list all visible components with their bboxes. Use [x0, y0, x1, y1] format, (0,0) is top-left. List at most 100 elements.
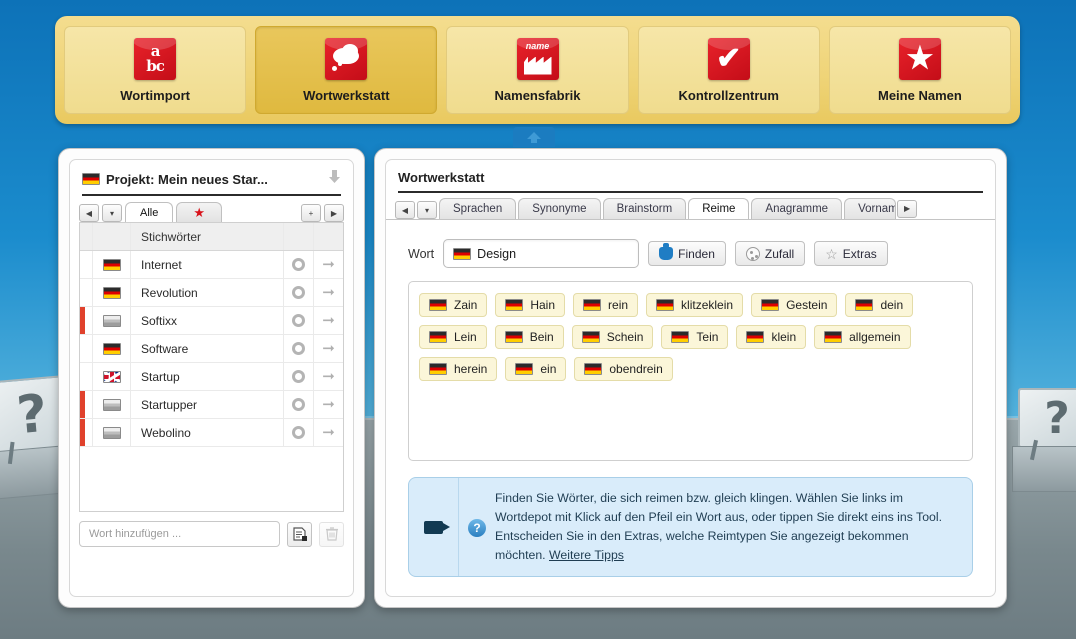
tool-tab-brainstorm[interactable]: Brainstorm: [602, 198, 687, 219]
row-settings-button[interactable]: [283, 335, 313, 362]
tool-tab-reime[interactable]: Reime: [688, 198, 750, 219]
rhyme-chip[interactable]: Lein: [419, 325, 487, 349]
rhyme-chip[interactable]: Bein: [494, 325, 564, 349]
table-row[interactable]: Softixx ➞: [80, 307, 343, 335]
add-word-row: Wort hinzufügen ...: [70, 512, 353, 547]
row-transfer-button[interactable]: ➞: [313, 335, 343, 362]
tool-tab-anagramme[interactable]: Anagramme: [751, 198, 843, 219]
row-transfer-button[interactable]: ➞: [313, 251, 343, 278]
row-settings-button[interactable]: [283, 419, 313, 446]
arrow-right-icon: ➞: [322, 424, 335, 441]
row-transfer-button[interactable]: ➞: [313, 391, 343, 418]
row-flag-cell: [93, 391, 131, 418]
row-transfer-button[interactable]: ➞: [313, 363, 343, 390]
row-flag-cell: [93, 419, 131, 446]
rhyme-chip[interactable]: herein: [419, 357, 498, 381]
trash-icon[interactable]: [319, 521, 344, 547]
flag-icon: [584, 363, 603, 375]
depot-tab-alle[interactable]: Alle: [125, 202, 174, 222]
row-word: Internet: [141, 257, 182, 272]
row-settings-button[interactable]: [283, 391, 313, 418]
tool-tab-vornam[interactable]: Vornam: [844, 198, 897, 219]
nav-tab-kontrollzentrum[interactable]: ✔ Kontrollzentrum: [637, 26, 820, 114]
add-document-icon[interactable]: [287, 521, 312, 547]
download-arrow-icon[interactable]: [328, 170, 341, 188]
nav-tab-namensfabrik[interactable]: name Namensfabrik: [446, 26, 629, 114]
rhyme-chip[interactable]: Schein: [571, 325, 654, 349]
tab-prev-button[interactable]: ◀: [79, 204, 99, 222]
zufall-button[interactable]: Zufall: [734, 241, 806, 266]
depot-tab-favorites[interactable]: ★: [176, 202, 222, 222]
word-table: Stichwörter Internet ➞ Revolution ➞ Softixx ➞…: [79, 222, 344, 512]
tab-dropdown-button[interactable]: ▾: [102, 204, 122, 222]
tab-next-button[interactable]: ▶: [324, 204, 344, 222]
rhyme-chip-label: herein: [454, 362, 488, 376]
rhyme-chip-label: Hain: [530, 298, 556, 312]
header-flag-column: [93, 223, 131, 250]
star-outline-icon: ☆: [825, 245, 838, 262]
arrow-right-icon: ➞: [322, 284, 335, 301]
tab-add-button[interactable]: +: [301, 204, 321, 222]
tool-tab-next-button[interactable]: ▶: [897, 199, 918, 218]
rhyme-chip[interactable]: Hain: [495, 293, 566, 317]
row-word: Webolino: [141, 425, 191, 440]
rhyme-chip[interactable]: ein: [505, 357, 567, 381]
tool-tab-synonyme[interactable]: Synonyme: [518, 198, 601, 219]
extras-button[interactable]: ☆ Extras: [814, 241, 888, 266]
flag-icon: [102, 342, 121, 355]
rhyme-chip[interactable]: allgemein: [814, 325, 911, 349]
row-transfer-button[interactable]: ➞: [313, 279, 343, 306]
column-header-stichwoerter: Stichwörter: [141, 229, 202, 244]
rhyme-chip-label: klitzeklein: [681, 298, 734, 312]
nav-tab-label: Wortimport: [120, 87, 190, 103]
finden-button[interactable]: Finden: [648, 241, 726, 266]
tool-tab-sprachen[interactable]: Sprachen: [439, 198, 517, 219]
arrow-right-icon: ➞: [322, 368, 335, 385]
rhyme-chip[interactable]: Tein: [661, 325, 729, 349]
row-settings-button[interactable]: [283, 279, 313, 306]
arrow-right-icon: ➞: [322, 340, 335, 357]
flag-icon: [581, 331, 600, 343]
rhyme-chip[interactable]: rein: [573, 293, 639, 317]
rhyme-chip[interactable]: klitzeklein: [646, 293, 744, 317]
gear-icon: [292, 314, 305, 327]
video-camera-icon[interactable]: [409, 478, 459, 577]
rhyme-chip[interactable]: Gestein: [751, 293, 838, 317]
word-search-row: Wort Design Finden Zufall ☆ Extras: [386, 220, 995, 268]
table-row[interactable]: Startupper ➞: [80, 391, 343, 419]
tool-tab-prev-button[interactable]: ◀: [395, 201, 415, 219]
star-icon: ★: [193, 205, 205, 220]
row-settings-button[interactable]: [283, 251, 313, 278]
table-row[interactable]: Software ➞: [80, 335, 343, 363]
question-mark-icon[interactable]: ?: [459, 478, 495, 576]
row-word: Startupper: [141, 397, 198, 412]
nav-tab-wortwerkstatt[interactable]: Wortwerkstatt: [255, 26, 438, 114]
rhyme-chip[interactable]: dein: [845, 293, 914, 317]
rhyme-chip[interactable]: obendrein: [574, 357, 673, 381]
nav-tab-label: Wortwerkstatt: [303, 87, 390, 103]
row-word: Software: [141, 341, 189, 356]
header-transfer-column: [313, 223, 343, 250]
add-word-input[interactable]: Wort hinzufügen ...: [79, 521, 280, 547]
word-search-value: Design: [477, 246, 517, 261]
table-row[interactable]: Startup ➞: [80, 363, 343, 391]
gear-icon: [292, 398, 305, 411]
table-row[interactable]: Webolino ➞: [80, 419, 343, 447]
tool-tab-dropdown-button[interactable]: ▾: [417, 201, 437, 219]
nav-tab-meine-namen[interactable]: ★ Meine Namen: [828, 26, 1012, 114]
word-search-input[interactable]: Design: [443, 239, 640, 268]
weitere-tipps-link[interactable]: Weitere Tipps: [549, 548, 624, 562]
row-transfer-button[interactable]: ➞: [313, 419, 343, 446]
row-settings-button[interactable]: [283, 363, 313, 390]
tabstrip-right-controls: + ▶: [301, 204, 344, 222]
nav-tab-wortimport[interactable]: a bc Wortimport: [64, 26, 247, 114]
row-transfer-button[interactable]: ➞: [313, 307, 343, 334]
row-settings-button[interactable]: [283, 307, 313, 334]
table-row[interactable]: Revolution ➞: [80, 279, 343, 307]
word-depot-inner: Projekt: Mein neues Star... ◀ ▾ Alle ★ +…: [69, 159, 354, 597]
rhyme-chip[interactable]: Zain: [419, 293, 488, 317]
collapse-up-icon[interactable]: [513, 127, 555, 147]
rhyme-chip[interactable]: klein: [736, 325, 807, 349]
table-row[interactable]: Internet ➞: [80, 251, 343, 279]
rhyme-chip-label: Lein: [454, 330, 477, 344]
